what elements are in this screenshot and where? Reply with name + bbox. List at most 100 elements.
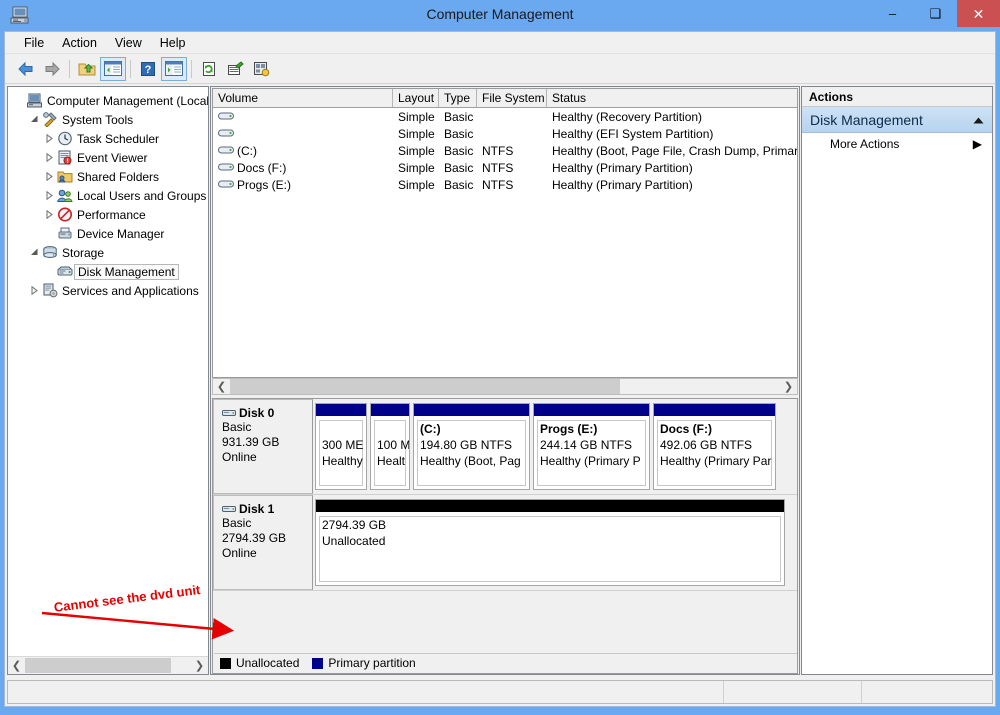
volume-icon bbox=[218, 162, 234, 173]
properties-icon[interactable] bbox=[222, 57, 248, 81]
volume-row[interactable]: Simple Basic Healthy (EFI System Partition… bbox=[213, 125, 797, 142]
disk-info[interactable]: Disk 1 Basic 2794.39 GB Online bbox=[213, 495, 313, 590]
expander-collapsed-icon[interactable] bbox=[42, 153, 56, 162]
partition-block[interactable]: Docs (F:) 492.06 GB NTFS Healthy (Primary … bbox=[653, 403, 776, 490]
window-buttons: – ❑ ✕ bbox=[871, 0, 1000, 27]
partition-block[interactable]: 2794.39 GB Unallocated bbox=[315, 499, 785, 586]
scroll-left-icon[interactable]: ❮ bbox=[8, 657, 25, 674]
expander-expanded-icon[interactable] bbox=[27, 115, 41, 124]
tree-node-label: Storage bbox=[62, 245, 105, 260]
volume-row[interactable]: (C:) Simple Basic NTFS Healthy (Boot, Page F… bbox=[213, 142, 797, 159]
expander-collapsed-icon[interactable] bbox=[42, 134, 56, 143]
column-header-file-system[interactable]: File System bbox=[477, 89, 547, 107]
menu-action[interactable]: Action bbox=[53, 33, 106, 53]
show-hide-action-pane-icon[interactable] bbox=[161, 56, 187, 81]
tree-node-task-scheduler[interactable]: Task Scheduler bbox=[8, 129, 208, 148]
volume-list-body[interactable]: Simple Basic Healthy (Recovery Partition) S… bbox=[213, 108, 797, 193]
partition-status: Healthy (Primary Par bbox=[660, 454, 772, 468]
disk-row[interactable]: Disk 0 Basic 931.39 GB Online 300 ME Healthy 1… bbox=[213, 399, 797, 495]
menu-help[interactable]: Help bbox=[151, 33, 195, 53]
expander-collapsed-icon[interactable] bbox=[42, 191, 56, 200]
expander-collapsed-icon[interactable] bbox=[27, 286, 41, 295]
menu-file[interactable]: File bbox=[15, 33, 53, 53]
partition-block[interactable]: (C:) 194.80 GB NTFS Healthy (Boot, Pag bbox=[413, 403, 530, 490]
actions-group-disk-management[interactable]: Disk Management bbox=[802, 107, 992, 133]
refresh-icon[interactable] bbox=[196, 57, 222, 81]
tree-node-label: Local Users and Groups bbox=[77, 188, 207, 203]
tree-node-shared-folders[interactable]: Shared Folders bbox=[8, 167, 208, 186]
scroll-right-icon[interactable]: ❯ bbox=[191, 657, 208, 674]
disk-row[interactable]: Disk 1 Basic 2794.39 GB Online 2794.39 GB Una… bbox=[213, 495, 797, 591]
volume-scroll-thumb[interactable] bbox=[230, 379, 620, 394]
volume-list-horizontal-scrollbar[interactable]: ❮ ❯ bbox=[212, 378, 798, 395]
console-tree[interactable]: Computer Management (Local System Tools Ta… bbox=[8, 87, 208, 655]
filesystem-cell: NTFS bbox=[482, 177, 514, 192]
volume-scroll-track[interactable] bbox=[230, 378, 780, 395]
expander-collapsed-icon[interactable] bbox=[42, 172, 56, 181]
minimize-icon: – bbox=[888, 6, 897, 21]
action-more-actions-label: More Actions bbox=[830, 137, 900, 151]
tree-node-local-users-and-groups[interactable]: Local Users and Groups bbox=[8, 186, 208, 205]
help-topics-icon[interactable] bbox=[248, 57, 274, 81]
column-header-volume[interactable]: Volume bbox=[213, 89, 393, 107]
type-cell: Basic bbox=[444, 126, 474, 141]
partition-size: 100 M bbox=[377, 438, 409, 452]
tree-node-performance[interactable]: Performance bbox=[8, 205, 208, 224]
partition-color-bar bbox=[371, 404, 409, 416]
chevron-up-icon[interactable] bbox=[973, 113, 984, 127]
filesystem-cell: NTFS bbox=[482, 160, 514, 175]
tree-node-storage[interactable]: Storage bbox=[8, 243, 208, 262]
disk-info[interactable]: Disk 0 Basic 931.39 GB Online bbox=[213, 399, 313, 494]
expander-collapsed-icon[interactable] bbox=[42, 210, 56, 219]
tree-node-event-viewer[interactable]: Event Viewer bbox=[8, 148, 208, 167]
volume-scroll-left-icon[interactable]: ❮ bbox=[213, 378, 230, 395]
tree-node-label: Computer Management (Local bbox=[47, 93, 208, 108]
volume-row[interactable]: Progs (E:) Simple Basic NTFS Healthy (Primar… bbox=[213, 176, 797, 193]
expander-expanded-icon[interactable] bbox=[27, 248, 41, 257]
maximize-button[interactable]: ❑ bbox=[914, 0, 957, 27]
partition-block[interactable]: Progs (E:) 244.14 GB NTFS Healthy (Primary… bbox=[533, 403, 650, 490]
type-cell: Basic bbox=[444, 177, 474, 192]
disk-type: Basic bbox=[222, 516, 252, 530]
partition-label: Docs (F:) bbox=[660, 422, 712, 436]
tree-scroll-track[interactable] bbox=[25, 657, 191, 674]
volume-icon bbox=[218, 128, 234, 139]
column-header-type[interactable]: Type bbox=[439, 89, 477, 107]
back-icon[interactable] bbox=[13, 57, 39, 81]
partition-block[interactable]: 300 ME Healthy bbox=[315, 403, 367, 490]
close-button[interactable]: ✕ bbox=[957, 0, 1000, 27]
legend-item: Unallocated bbox=[220, 656, 299, 670]
tree-node-disk-management[interactable]: Disk Management bbox=[8, 262, 208, 281]
partition-size: 2794.39 GB bbox=[322, 518, 387, 532]
partition-block[interactable]: 100 M Healt bbox=[370, 403, 410, 490]
svg-text:?: ? bbox=[145, 64, 152, 76]
volume-icon bbox=[218, 145, 234, 156]
volume-row[interactable]: Simple Basic Healthy (Recovery Partition) bbox=[213, 108, 797, 125]
menu-view[interactable]: View bbox=[106, 33, 151, 53]
event-viewer-icon bbox=[56, 150, 74, 165]
up-folder-icon[interactable] bbox=[74, 57, 100, 81]
tree-node-device-manager[interactable]: Device Manager bbox=[8, 224, 208, 243]
tree-node-label: System Tools bbox=[62, 112, 134, 127]
help-icon[interactable]: ? bbox=[135, 57, 161, 81]
show-hide-tree-icon[interactable] bbox=[100, 56, 126, 81]
column-header-status[interactable]: Status bbox=[547, 89, 797, 107]
shared-folders-icon bbox=[56, 169, 74, 184]
computer-icon bbox=[26, 93, 44, 108]
status-cell: Healthy (Primary Partition) bbox=[552, 160, 693, 175]
forward-icon[interactable] bbox=[39, 57, 65, 81]
status-pane-2 bbox=[724, 681, 862, 703]
tree-horizontal-scrollbar[interactable]: ❮ ❯ bbox=[8, 656, 208, 674]
tree-node-services-and-applications[interactable]: Services and Applications bbox=[8, 281, 208, 300]
system-tools-icon bbox=[41, 112, 59, 127]
column-header-layout[interactable]: Layout bbox=[393, 89, 439, 107]
tree-node-computer-management[interactable]: Computer Management (Local bbox=[8, 91, 208, 110]
action-more-actions[interactable]: More Actions ▶ bbox=[802, 133, 992, 155]
actions-group-label: Disk Management bbox=[810, 111, 923, 128]
volume-scroll-right-icon[interactable]: ❯ bbox=[780, 378, 797, 395]
volume-row[interactable]: Docs (F:) Simple Basic NTFS Healthy (Primary… bbox=[213, 159, 797, 176]
minimize-button[interactable]: – bbox=[871, 0, 914, 27]
tree-node-label: Shared Folders bbox=[77, 169, 160, 184]
tree-node-system-tools[interactable]: System Tools bbox=[8, 110, 208, 129]
tree-scroll-thumb[interactable] bbox=[25, 658, 171, 673]
